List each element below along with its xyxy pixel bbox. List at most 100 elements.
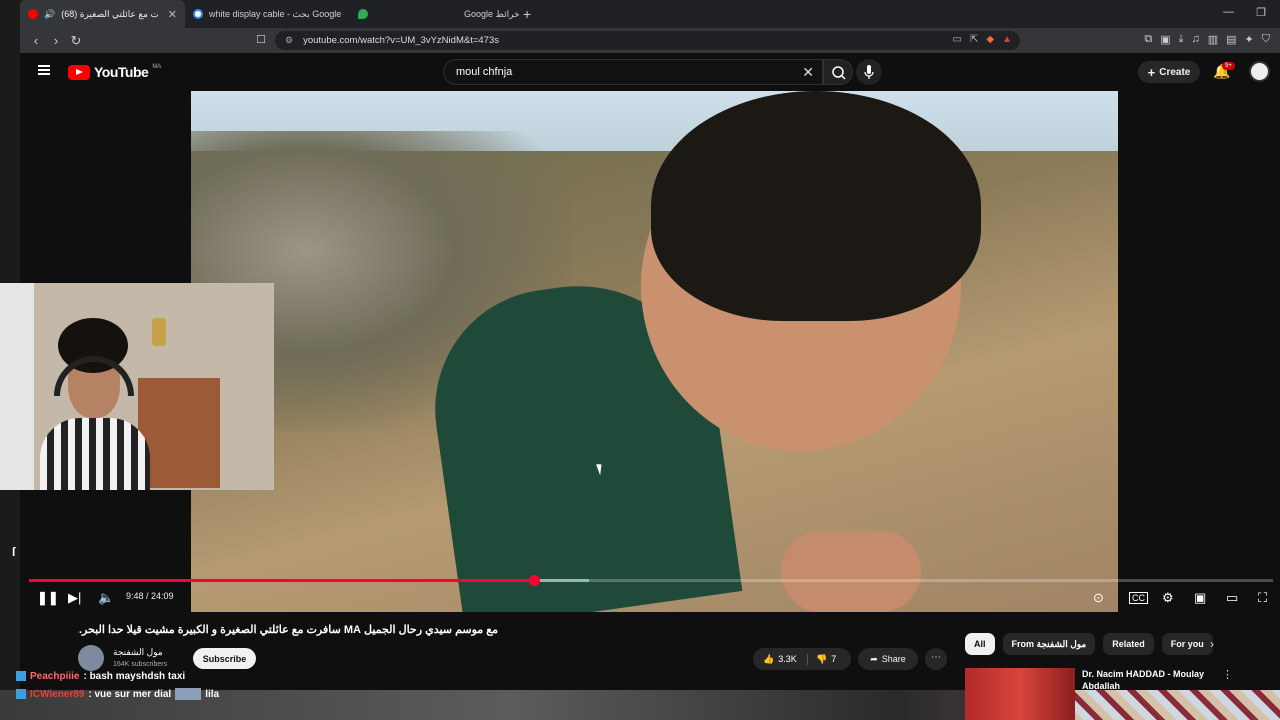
webcam-person [40,318,150,490]
brave-shield-icon[interactable]: ◆ [986,34,994,45]
youtube-wordmark: YouTube [94,64,149,80]
chip-all[interactable]: All [965,633,995,655]
volume-icon[interactable]: 🔈 [98,590,114,606]
share-button[interactable]: ➦ Share [858,648,918,670]
menu-icon[interactable] [38,65,50,75]
fullscreen-icon[interactable]: ⛶ [1258,590,1267,606]
more-actions-icon[interactable]: ⋯ [925,648,947,670]
maps-favicon-icon [358,9,368,19]
voice-search-button[interactable] [856,59,882,85]
search-button[interactable] [823,59,853,85]
plus-icon: + [1147,64,1156,80]
tab-google-search[interactable]: white display cable - بحث Google [185,0,350,28]
scrubber-handle[interactable] [529,575,541,586]
settings-gear-icon[interactable]: ⚙ [1162,590,1174,606]
trophy-icon [152,318,166,346]
miniplayer-icon[interactable]: ▣ [1194,590,1206,606]
recommendation-thumbnail[interactable] [965,668,1075,720]
google-favicon-icon [193,9,203,19]
recommendation-title[interactable]: Dr. Nacim HADDAD - Moulay Abdallah [1082,668,1217,690]
youtube-logo[interactable]: YouTube MA [68,64,161,80]
restore-icon[interactable]: ❐ [1256,6,1266,19]
media-icon[interactable]: ♫ [1191,33,1199,46]
like-count: 3.3K [778,653,797,664]
chat-message: ICWiener89 : vue sur mer dial lila [16,685,219,703]
next-icon[interactable]: ▶| [68,590,81,606]
reload-icon[interactable]: ↻ [66,33,86,49]
recommendation-menu-icon[interactable]: ⋮ [1222,668,1233,681]
thumbs-down-icon: 👎 [816,653,828,664]
player-controls: ❚❚ ▶| 🔈 9:48 / 24:09 ⊙ CC ⚙ ▣ ▭ ⛶ [20,573,1280,613]
forward-icon[interactable]: › [46,33,66,48]
leo-icon[interactable]: ✦ [1245,33,1254,46]
create-button[interactable]: + Create [1138,61,1200,83]
video-title: مع موسم سيدي رحال الجميل MA سافرت مع عائ… [78,624,498,636]
bookmark-icon[interactable]: ☐ [256,33,266,46]
chat-text: : vue sur mer dial [88,688,172,700]
browser-toolbar: ‹ › ↻ ☐ ⚙ youtube.com/watch?v=UM_3vYzNid… [20,28,1280,53]
address-bar[interactable]: ⚙ youtube.com/watch?v=UM_3vYzNidM&t=473s… [275,31,1020,50]
sidebar-icon[interactable]: ▣ [1160,33,1170,46]
account-avatar[interactable] [1249,61,1270,82]
speaker-icon[interactable]: 🔊 [44,9,55,20]
tab-youtube[interactable]: 🔊 (68) سافرت مع عائلتي الصغيرة ✕ [20,0,185,28]
theater-mode-icon[interactable]: ▭ [1226,590,1238,606]
tab-label: (68) سافرت مع عائلتي الصغيرة [61,8,158,19]
microphone-icon [864,65,874,79]
site-info-icon[interactable]: ⚙ [285,35,293,46]
search-icon [832,66,846,80]
extensions-area: ⧉ ▣ ⤓ ♫ ▥ ▤ ✦ ⛉ [1144,33,1270,46]
like-dislike-group: 👍 3.3K 👎 7 [753,648,851,670]
pause-icon[interactable]: ❚❚ [37,590,59,606]
panel-icon[interactable]: ▥ [1208,33,1218,46]
twitch-badge-icon [16,671,26,681]
share-arrow-icon: ➦ [870,653,878,664]
screen: 🔊 (68) سافرت مع عائلتي الصغيرة ✕ white d… [0,0,1280,720]
tab-label: white display cable - بحث Google [209,8,342,19]
thumbs-up-icon: 👍 [763,653,775,664]
dislike-button[interactable]: 👎 7 [808,654,836,665]
youtube-play-logo-icon [68,64,90,80]
chat-text: : bash mayshdsh taxi [83,670,186,682]
vpn-icon[interactable]: ⛉ [1262,33,1270,46]
create-label: Create [1159,66,1191,78]
webcam-shirt [40,418,150,490]
search-input[interactable]: moul chfnja ✕ [443,59,823,85]
youtube-header: YouTube MA moul chfnja ✕ + Create 🔔 9+ [20,53,1280,91]
window-controls: — ❐ [1223,6,1266,19]
like-button[interactable]: 👍 3.3K [753,653,808,665]
stream-chat-overlay: Peachpiiie : bash mayshdsh taxi ICWiener… [16,667,219,703]
captions-icon[interactable]: CC [1129,592,1148,604]
filter-chips: All From مول الشفنجة Related For you [965,633,1213,655]
webcam-shelf [138,378,220,488]
chevron-right-icon[interactable]: › [1210,637,1214,651]
download-icon[interactable]: ⤓ [1179,33,1184,46]
wallet-icon[interactable]: ▤ [1226,33,1236,46]
left-edge-glyph: ſ [12,545,16,559]
tab-close-icon[interactable]: ✕ [168,8,177,21]
notification-count-badge: 9+ [1222,62,1235,70]
subscribe-button[interactable]: Subscribe [193,648,256,669]
chip-from-channel[interactable]: From مول الشفنجة [1002,633,1096,655]
autoplay-toggle-icon[interactable]: ⊙ [1093,590,1104,606]
brave-rewards-icon[interactable]: ▲ [1002,34,1012,45]
tab-label: Google خرائط [464,8,520,19]
extensions-icon[interactable]: ⧉ [1144,33,1152,46]
chip-related[interactable]: Related [1103,633,1154,655]
streamer-webcam [0,283,274,490]
chip-for-you[interactable]: For you [1161,633,1213,655]
progress-bar[interactable] [29,575,1273,586]
chat-text-extra: lila [205,688,220,700]
share-page-icon[interactable]: ⇱ [970,34,978,45]
channel-name[interactable]: مول الشفنجة [113,647,163,658]
dislike-count: 7 [831,653,837,664]
back-icon[interactable]: ‹ [26,33,46,48]
search-value: moul chfnja [456,66,513,78]
played-bar [29,579,535,582]
video-player[interactable] [191,91,1118,612]
cast-icon[interactable]: ▭ [953,34,962,45]
minimize-icon[interactable]: — [1223,6,1234,19]
country-code: MA [152,64,162,70]
clear-search-icon[interactable]: ✕ [802,64,814,81]
tab-google-maps[interactable]: Google خرائط [350,0,520,28]
